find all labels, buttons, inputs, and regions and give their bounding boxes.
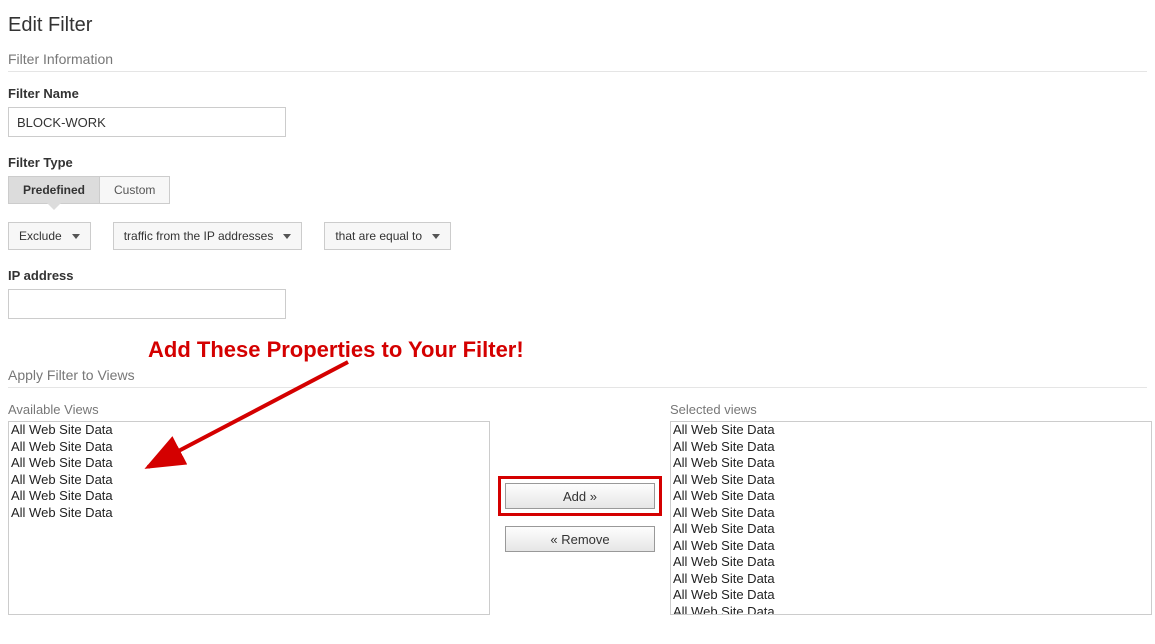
ip-address-input[interactable] [8, 289, 286, 319]
list-item[interactable]: All Web Site Data [671, 521, 1151, 538]
list-item[interactable]: All Web Site Data [671, 488, 1151, 505]
list-item[interactable]: All Web Site Data [671, 422, 1151, 439]
dropdown-match[interactable]: that are equal to [324, 222, 451, 250]
section-filter-information: Filter Information [8, 51, 1147, 72]
list-item[interactable]: All Web Site Data [671, 505, 1151, 522]
dropdown-action[interactable]: Exclude [8, 222, 91, 250]
annotation-text: Add These Properties to Your Filter! [148, 337, 1147, 363]
available-views-label: Available Views [8, 402, 490, 417]
list-item[interactable]: All Web Site Data [671, 571, 1151, 588]
tab-predefined[interactable]: Predefined [8, 176, 100, 204]
list-item[interactable]: All Web Site Data [9, 488, 489, 505]
ip-address-label: IP address [8, 268, 1147, 283]
filter-type-label: Filter Type [8, 155, 1147, 170]
list-item[interactable]: All Web Site Data [671, 604, 1151, 616]
list-item[interactable]: All Web Site Data [671, 455, 1151, 472]
list-item[interactable]: All Web Site Data [9, 439, 489, 456]
list-item[interactable]: All Web Site Data [9, 422, 489, 439]
caret-down-icon [283, 234, 291, 239]
add-button[interactable]: Add » [505, 483, 655, 509]
list-item[interactable]: All Web Site Data [9, 472, 489, 489]
filter-name-label: Filter Name [8, 86, 1147, 101]
remove-button[interactable]: « Remove [505, 526, 655, 552]
tab-custom[interactable]: Custom [100, 176, 170, 204]
selected-views-label: Selected views [670, 402, 1152, 417]
caret-down-icon [432, 234, 440, 239]
list-item[interactable]: All Web Site Data [671, 538, 1151, 555]
page-title: Edit Filter [8, 14, 1147, 37]
dropdown-match-value: that are equal to [335, 229, 422, 243]
selected-views-listbox[interactable]: All Web Site DataAll Web Site DataAll We… [670, 421, 1152, 615]
add-button-highlight: Add » [498, 476, 662, 516]
filter-name-input[interactable] [8, 107, 286, 137]
available-views-listbox[interactable]: All Web Site DataAll Web Site DataAll We… [8, 421, 490, 615]
dropdown-source[interactable]: traffic from the IP addresses [113, 222, 303, 250]
list-item[interactable]: All Web Site Data [671, 554, 1151, 571]
section-apply-filter: Apply Filter to Views [8, 367, 1147, 388]
dropdown-action-value: Exclude [19, 229, 62, 243]
list-item[interactable]: All Web Site Data [671, 587, 1151, 604]
list-item[interactable]: All Web Site Data [671, 472, 1151, 489]
list-item[interactable]: All Web Site Data [9, 455, 489, 472]
dropdown-source-value: traffic from the IP addresses [124, 229, 274, 243]
caret-down-icon [72, 234, 80, 239]
list-item[interactable]: All Web Site Data [9, 505, 489, 522]
list-item[interactable]: All Web Site Data [671, 439, 1151, 456]
